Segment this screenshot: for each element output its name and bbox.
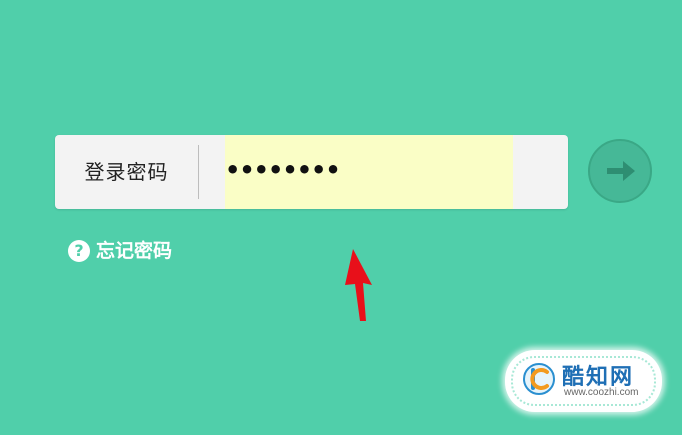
coozhi-logo-icon (523, 363, 555, 395)
watermark: 酷知网 www.coozhi.com (505, 350, 662, 412)
watermark-url: www.coozhi.com (564, 387, 639, 398)
help-icon: ? (68, 240, 90, 262)
forgot-password-label: 忘记密码 (96, 240, 173, 262)
arrow-right-icon (607, 161, 635, 181)
submit-arrow-button[interactable] (588, 139, 652, 203)
red-annotation-arrow-icon (345, 249, 372, 321)
field-divider (198, 145, 199, 199)
password-field-label: 登录密码 (84, 160, 169, 184)
password-login-box: 登录密码 •••••••• (55, 135, 568, 209)
password-input[interactable]: •••••••• (225, 135, 513, 209)
